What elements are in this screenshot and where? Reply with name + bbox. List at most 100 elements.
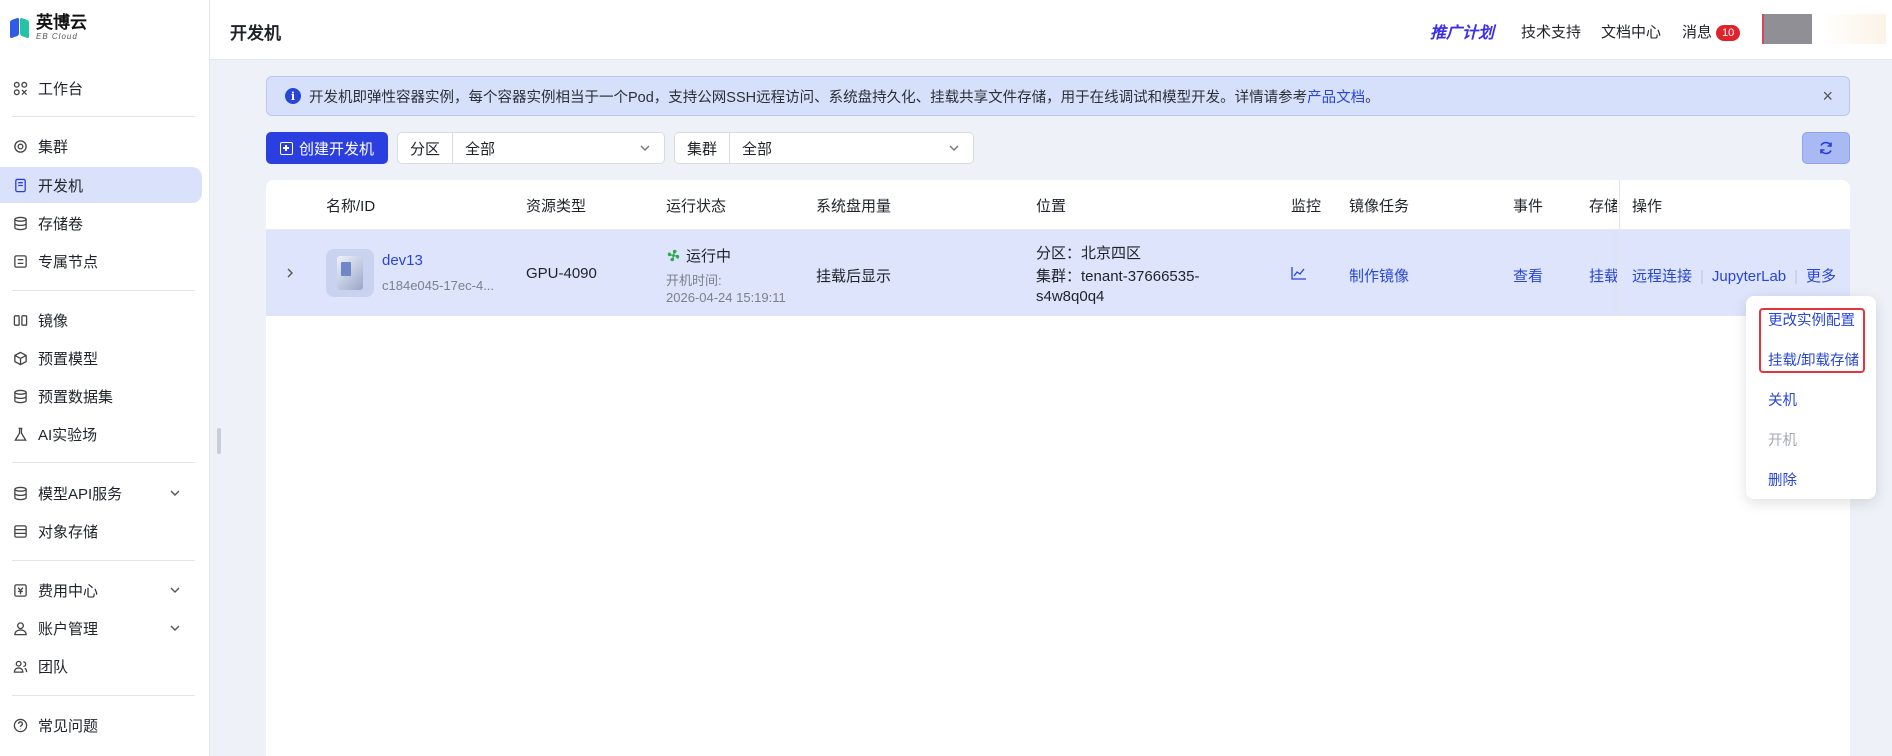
column-header-name: 名称/ID (326, 198, 376, 215)
column-header-location: 位置 (1036, 198, 1067, 215)
info-banner: i 开发机即弹性容器实例，每个容器实例相当于一个Pod，支持公网SSH远程访问、… (266, 76, 1850, 116)
bucket-icon (12, 523, 28, 539)
logo[interactable]: 英博云 EB Cloud (10, 14, 87, 41)
refresh-button[interactable] (1802, 132, 1850, 164)
resource-type: GPU-4090 (526, 265, 597, 282)
partition-label: 分区 (398, 133, 454, 163)
avatar[interactable] (1762, 14, 1812, 44)
sidebar-item-image[interactable]: 镜像 (0, 302, 202, 338)
chevron-down-icon (170, 490, 180, 496)
sidebar-item-preset-dataset[interactable]: 预置数据集 (0, 378, 202, 414)
devmachine-icon (12, 177, 28, 193)
banner-suffix: 。 (1365, 89, 1380, 106)
sidebar-resize-handle[interactable] (217, 428, 221, 454)
sidebar-item-label: 对象存储 (38, 523, 99, 541)
help-icon (12, 717, 28, 733)
partition-select[interactable]: 分区 全部 (397, 132, 665, 164)
top-bar: 开发机 推广计划 技术支持 文档中心 消息 10 (210, 0, 1892, 60)
sidebar-item-label: 模型API服务 (38, 485, 123, 503)
messages-label: 消息 (1682, 24, 1713, 41)
create-devmachine-button[interactable]: 创建开发机 (266, 132, 388, 164)
user-menu[interactable] (1822, 14, 1886, 44)
cluster-value: 全部 (742, 140, 773, 158)
column-header-resource: 资源类型 (526, 198, 587, 215)
messages-link[interactable]: 消息 10 (1682, 21, 1741, 42)
expand-chevron-icon[interactable] (284, 267, 296, 279)
mount-storage-link[interactable]: 挂载 (1589, 265, 1617, 286)
sidebar-item-team[interactable]: 团队 (0, 648, 202, 684)
cluster-label: 集群 (675, 133, 731, 163)
partition-value: 全部 (465, 140, 496, 158)
make-image-link[interactable]: 制作镜像 (1349, 265, 1409, 286)
sidebar-item-label: 预置模型 (38, 350, 99, 368)
sidebar-item-storage-volume[interactable]: 存储卷 (0, 205, 202, 241)
sidebar-item-faq[interactable]: 常见问题 (0, 707, 202, 743)
sidebar-item-label: 账户管理 (38, 620, 99, 638)
cluster-select[interactable]: 集群 全部 (674, 132, 974, 164)
image-icon (12, 312, 28, 328)
jupyterlab-link[interactable]: JupyterLab (1712, 268, 1786, 285)
column-header-event: 事件 (1513, 198, 1544, 215)
sidebar-item-dedicated-node[interactable]: 专属节点 (0, 243, 202, 279)
sidebar-item-preset-model[interactable]: 预置模型 (0, 340, 202, 376)
docs-center-link[interactable]: 文档中心 (1601, 21, 1661, 42)
sidebar-item-workbench[interactable]: 工作台 (0, 70, 202, 106)
sidebar-item-cluster[interactable]: 集群 (0, 128, 202, 164)
chevron-down-icon (170, 625, 180, 631)
fixed-column-shadow (1619, 180, 1620, 316)
highlight-annotation (1759, 308, 1865, 373)
banner-text: 开发机即弹性容器实例，每个容器实例相当于一个Pod，支持公网SSH远程访问、系统… (309, 89, 1308, 106)
table-row[interactable]: dev13 c184e045-17ec-4... GPU-4090 运行中 开机… (266, 230, 1850, 316)
sidebar-item-account[interactable]: 账户管理 (0, 610, 202, 646)
brand-name: 英博云 (36, 13, 87, 32)
sidebar-item-object-storage[interactable]: 对象存储 (0, 513, 202, 549)
devmachine-table: 名称/ID 资源类型 运行状态 系统盘用量 位置 监控 镜像任务 事件 存储 操… (266, 180, 1850, 756)
instance-thumbnail (326, 249, 374, 297)
boot-time-label: 开机时间: (666, 273, 722, 288)
divider (12, 695, 195, 696)
sidebar-item-label: 开发机 (38, 177, 84, 195)
plus-square-icon (279, 141, 293, 155)
sidebar-item-label: 镜像 (38, 312, 69, 330)
chevron-down-icon (170, 587, 180, 593)
column-header-status: 运行状态 (666, 198, 727, 215)
brand-name-en: EB Cloud (36, 32, 78, 41)
location-partition: 分区：北京四区 (1036, 245, 1142, 262)
page-title: 开发机 (230, 24, 281, 43)
instance-name-link[interactable]: dev13 (382, 252, 423, 269)
team-icon (12, 658, 28, 674)
separator: | (1794, 268, 1799, 285)
sidebar-item-label: 集群 (38, 138, 69, 156)
sidebar-item-label: 专属节点 (38, 253, 99, 271)
sidebar-item-model-api[interactable]: 模型API服务 (0, 475, 202, 511)
sidebar-item-billing[interactable]: 费用中心 (0, 572, 202, 608)
tech-support-link[interactable]: 技术支持 (1521, 21, 1581, 42)
row-actions: 远程连接 | JupyterLab | 更多 (1632, 265, 1836, 286)
column-header-actions: 操作 (1632, 198, 1663, 215)
chevron-down-icon (949, 145, 959, 151)
sidebar-item-ai-lab[interactable]: AI实验场 (0, 416, 202, 452)
sidebar-item-devmachine[interactable]: 开发机 (0, 167, 202, 203)
product-docs-link[interactable]: 产品文档 (1307, 86, 1365, 107)
sidebar-item-label: 团队 (38, 658, 69, 676)
menu-item-delete[interactable]: 删除 (1768, 469, 1797, 490)
close-icon[interactable]: × (1822, 87, 1833, 105)
status-text: 运行中 (686, 248, 732, 265)
remote-connect-link[interactable]: 远程连接 (1632, 268, 1692, 285)
location-cluster-line2: s4w8q0q4 (1036, 288, 1105, 305)
column-header-mirror-task: 镜像任务 (1349, 198, 1410, 215)
sidebar-item-label: 存储卷 (38, 215, 84, 233)
divider (12, 290, 195, 291)
yen-icon (12, 582, 28, 598)
menu-item-shutdown[interactable]: 关机 (1768, 389, 1797, 410)
promo-link[interactable]: 推广计划 (1430, 19, 1494, 43)
divider (12, 462, 195, 463)
sidebar-item-label: 费用中心 (38, 582, 99, 600)
boot-time: 2026-04-24 15:19:11 (666, 290, 786, 305)
workbench-icon (12, 80, 28, 96)
more-actions-link[interactable]: 更多 (1806, 268, 1836, 285)
disk-usage: 挂载后显示 (816, 268, 892, 285)
column-header-storage: 存储 (1589, 198, 1617, 215)
view-events-link[interactable]: 查看 (1513, 265, 1543, 286)
monitor-chart-icon[interactable] (1291, 266, 1307, 280)
